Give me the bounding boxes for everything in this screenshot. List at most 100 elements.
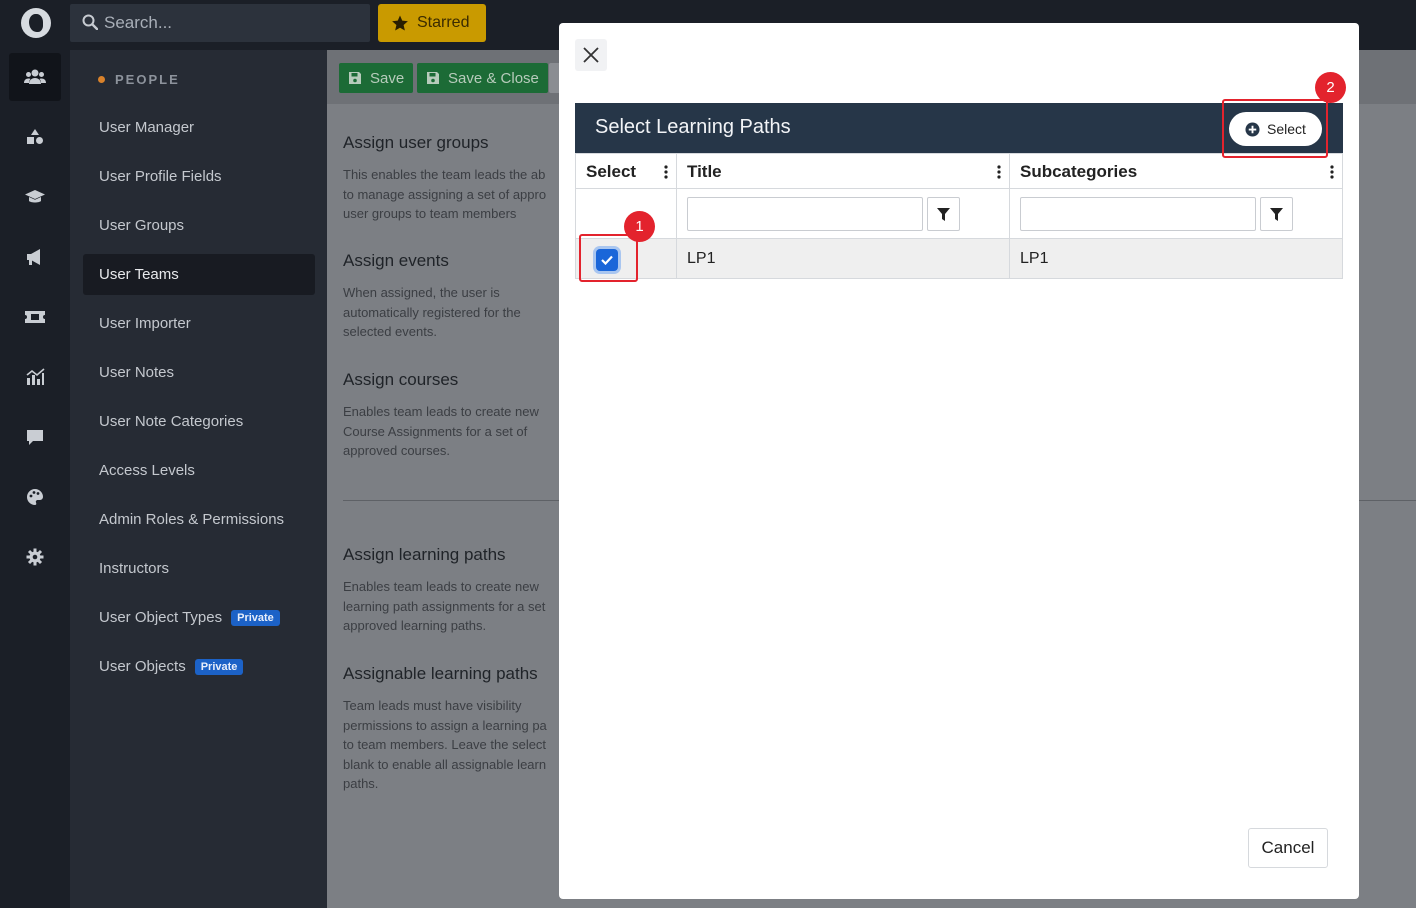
column-header-label: Subcategories: [1020, 162, 1138, 181]
section-description-line: user groups to team members: [343, 206, 517, 221]
section-description-line: approved courses.: [343, 443, 450, 458]
title-filter-input[interactable]: [687, 197, 923, 231]
section-assign-learning-paths: Assign learning paths Enables team leads…: [343, 545, 573, 636]
rail-shapes[interactable]: [9, 113, 61, 161]
save-button[interactable]: Save: [339, 63, 414, 93]
annotation-highlight-checkbox: [579, 234, 638, 282]
comment-icon: [27, 430, 43, 445]
column-menu-icon[interactable]: [997, 165, 1001, 179]
section-description-line: When assigned, the user is: [343, 285, 500, 300]
cancel-label: Cancel: [1261, 838, 1315, 857]
nav-item-user-importer[interactable]: User Importer: [83, 303, 315, 344]
column-menu-icon[interactable]: [1330, 165, 1334, 179]
column-header-title[interactable]: Title: [677, 154, 1010, 188]
nav-item-label: User Profile Fields: [99, 168, 222, 185]
icon-rail: [0, 50, 70, 908]
save-close-button[interactable]: Save & Close: [417, 63, 548, 93]
nav-item-label: User Objects: [99, 658, 186, 675]
graduation-cap-icon: [25, 190, 45, 203]
rail-learning[interactable]: [9, 173, 61, 221]
nav-item-user-notes[interactable]: User Notes: [83, 352, 315, 393]
nav-item-admin-roles[interactable]: Admin Roles & Permissions: [83, 499, 315, 540]
section-description-line: permissions to assign a learning pa: [343, 717, 547, 733]
close-button[interactable]: [575, 39, 607, 71]
rail-messages[interactable]: [9, 413, 61, 461]
section-description-line: Team leads must have visibility: [343, 698, 522, 713]
subcategories-cell: LP1: [1010, 239, 1342, 278]
column-header-label: Select: [586, 162, 637, 181]
nav-item-access-levels[interactable]: Access Levels: [83, 450, 315, 491]
column-header-subcategories[interactable]: Subcategories: [1010, 154, 1342, 188]
analytics-icon: [26, 368, 45, 385]
nav-item-instructors[interactable]: Instructors: [83, 548, 315, 589]
private-badge: Private: [231, 609, 280, 626]
section-assignable-learning-paths: Assignable learning paths Team leads mus…: [343, 664, 573, 794]
section-description-line: blank to enable all assignable learn: [343, 756, 547, 772]
section-title: Assign user groups: [343, 133, 489, 152]
section-description-line: Enables team leads to create new: [343, 579, 539, 594]
modal-title: Select Learning Paths: [595, 116, 791, 138]
column-header-label: Title: [687, 162, 722, 181]
rail-analytics[interactable]: [9, 353, 61, 401]
subcategories-filter-input[interactable]: [1020, 197, 1256, 231]
section-description-line: Course Assignments for a set of: [343, 423, 528, 439]
nav-item-label: User Object Types: [99, 609, 223, 626]
nav-item-user-teams[interactable]: User Teams: [83, 254, 315, 295]
nav-item-user-object-types[interactable]: User Object Types Private: [83, 597, 315, 638]
save-close-label: Save & Close: [448, 69, 539, 87]
starred-button[interactable]: Starred: [378, 4, 486, 42]
row-subcategories: LP1: [1020, 250, 1049, 267]
section-assign-user-groups: Assign user groups This enables the team…: [343, 133, 573, 224]
section-title: Assign learning paths: [343, 545, 506, 564]
nav-item-user-note-categories[interactable]: User Note Categories: [83, 401, 315, 442]
column-menu-icon[interactable]: [664, 165, 668, 179]
rail-appearance[interactable]: [9, 473, 61, 521]
learning-paths-grid: Select Title Subcategories LP1 LP1: [575, 153, 1343, 279]
grid-filter-row: [576, 189, 1342, 239]
search-icon: [82, 14, 98, 30]
rail-settings[interactable]: [9, 533, 61, 581]
nav-item-user-profile-fields[interactable]: User Profile Fields: [83, 156, 315, 197]
search-box[interactable]: [70, 4, 370, 42]
nav-heading-label: PEOPLE: [115, 72, 180, 87]
starred-label: Starred: [417, 14, 470, 31]
section-description-line: paths.: [343, 776, 379, 791]
column-header-select[interactable]: Select: [576, 154, 677, 188]
annotation-marker-1: 1: [624, 211, 655, 242]
search-input[interactable]: [104, 4, 364, 42]
rail-events[interactable]: [9, 293, 61, 341]
section-description-line: selected events.: [343, 324, 437, 339]
section-title: Assignable learning paths: [343, 664, 538, 683]
filter-cell-title: [677, 189, 1010, 238]
grid-header-row: Select Title Subcategories: [576, 154, 1342, 189]
people-nav: PEOPLE User Manager User Profile Fields …: [70, 50, 327, 908]
filter-icon: [937, 207, 950, 221]
table-row[interactable]: LP1 LP1: [576, 239, 1342, 278]
floppy-disk-icon: [349, 72, 361, 84]
nav-item-user-manager[interactable]: User Manager: [83, 107, 315, 148]
nav-item-label: Admin Roles & Permissions: [99, 511, 285, 528]
nav-item-label: User Groups: [99, 217, 185, 234]
subcategories-filter-button[interactable]: [1260, 197, 1293, 231]
title-cell: LP1: [677, 239, 1010, 278]
rail-announcements[interactable]: [9, 233, 61, 281]
nav-item-label: User Teams: [99, 266, 179, 283]
people-icon: [24, 69, 46, 84]
shapes-icon: [27, 129, 43, 144]
cancel-button[interactable]: Cancel: [1248, 828, 1328, 868]
nav-item-user-objects[interactable]: User Objects Private: [83, 646, 315, 687]
nav-item-user-groups[interactable]: User Groups: [83, 205, 315, 246]
nav-item-label: Instructors: [99, 560, 170, 577]
section-dot-icon: [98, 76, 105, 83]
close-icon: [583, 47, 599, 63]
megaphone-icon: [27, 249, 40, 265]
row-title: LP1: [687, 250, 716, 267]
brand-logo[interactable]: [21, 8, 51, 38]
section-description-line: automatically registered for the: [343, 304, 521, 320]
private-badge: Private: [194, 658, 244, 675]
rail-people[interactable]: [9, 53, 61, 101]
title-filter-button[interactable]: [927, 197, 960, 231]
palette-icon: [27, 489, 43, 505]
ticket-icon: [25, 311, 45, 323]
section-description-line: approved learning paths.: [343, 618, 487, 633]
